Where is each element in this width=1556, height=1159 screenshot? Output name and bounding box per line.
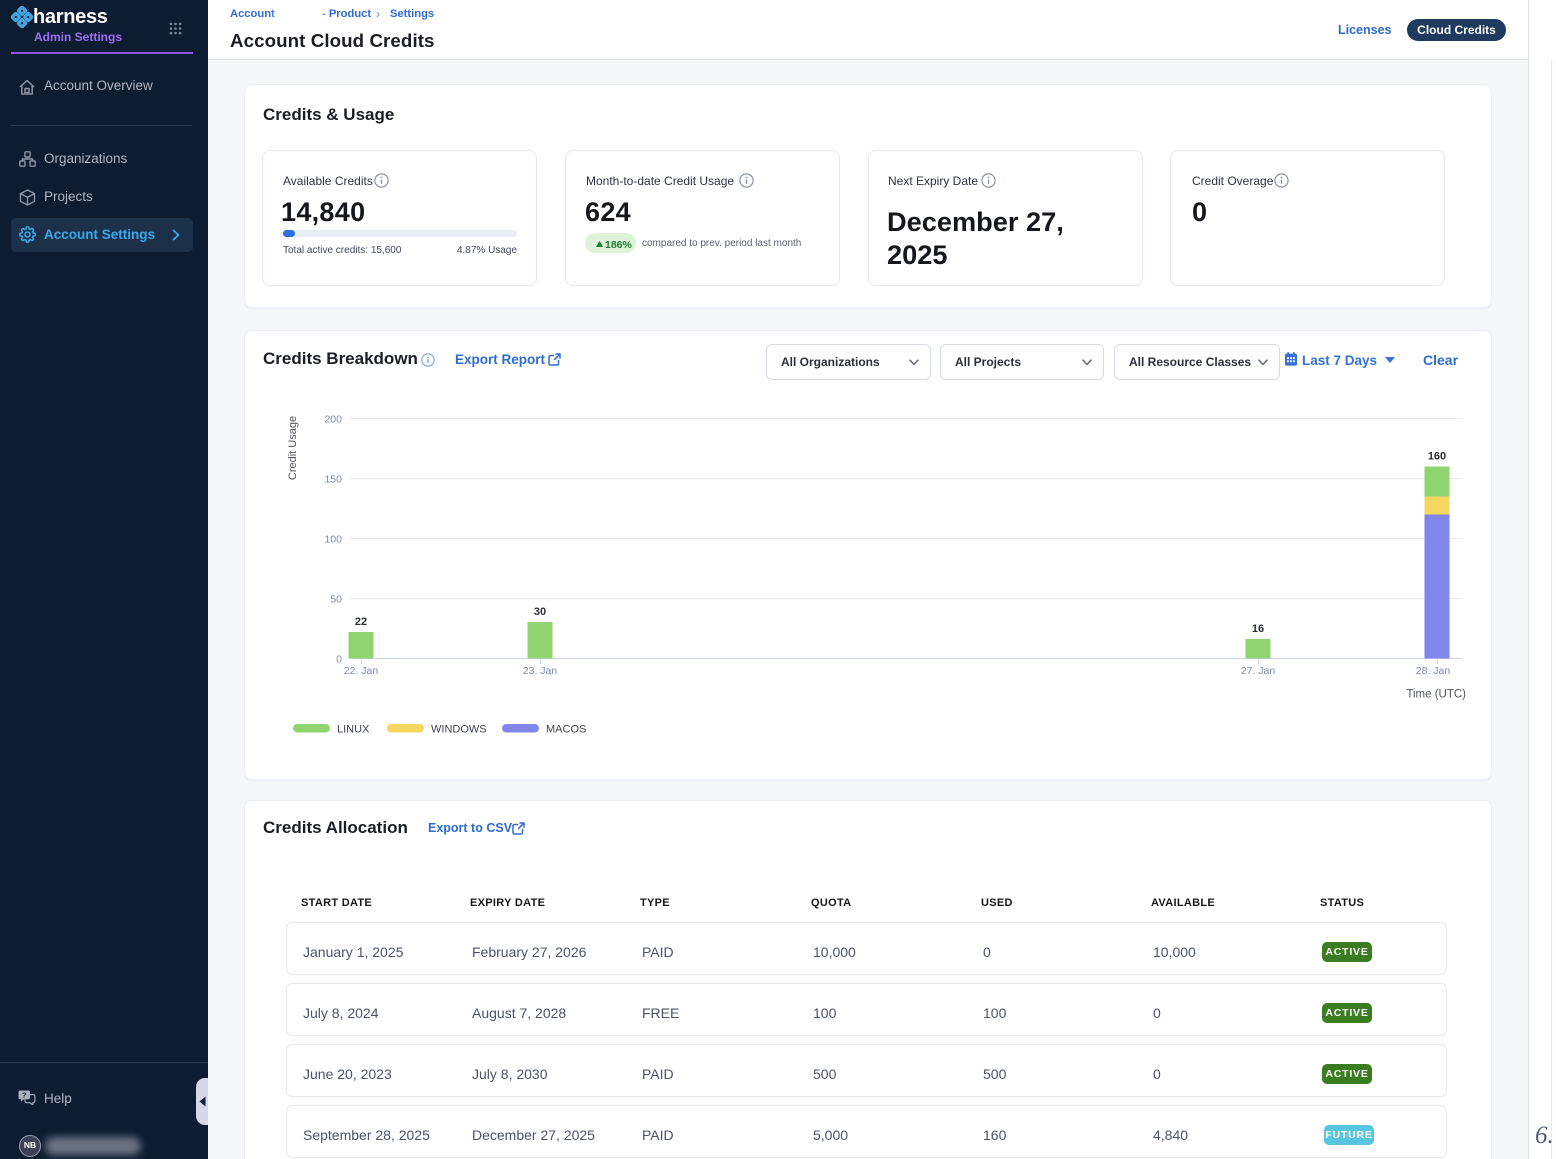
svg-text:27. Jan: 27. Jan: [1241, 665, 1276, 677]
svg-text:50: 50: [330, 594, 342, 606]
svg-text:28. Jan: 28. Jan: [1416, 665, 1451, 677]
svg-text:23. Jan: 23. Jan: [523, 665, 558, 677]
svg-text:16: 16: [1252, 623, 1264, 635]
svg-text:Credit Usage: Credit Usage: [287, 416, 299, 480]
svg-text:150: 150: [324, 474, 342, 486]
svg-text:MACOS: MACOS: [546, 724, 586, 736]
svg-text:160: 160: [1428, 451, 1446, 463]
svg-text:0: 0: [336, 654, 342, 666]
svg-text:100: 100: [324, 534, 342, 546]
svg-text:30: 30: [534, 606, 546, 618]
svg-text:WINDOWS: WINDOWS: [431, 724, 487, 736]
svg-text:?: ?: [22, 1090, 27, 1099]
svg-text:22: 22: [355, 616, 367, 628]
svg-text:22. Jan: 22. Jan: [344, 665, 379, 677]
svg-text:LINUX: LINUX: [337, 724, 370, 736]
svg-text:200: 200: [324, 414, 342, 426]
svg-text:Time (UTC): Time (UTC): [1406, 689, 1466, 701]
